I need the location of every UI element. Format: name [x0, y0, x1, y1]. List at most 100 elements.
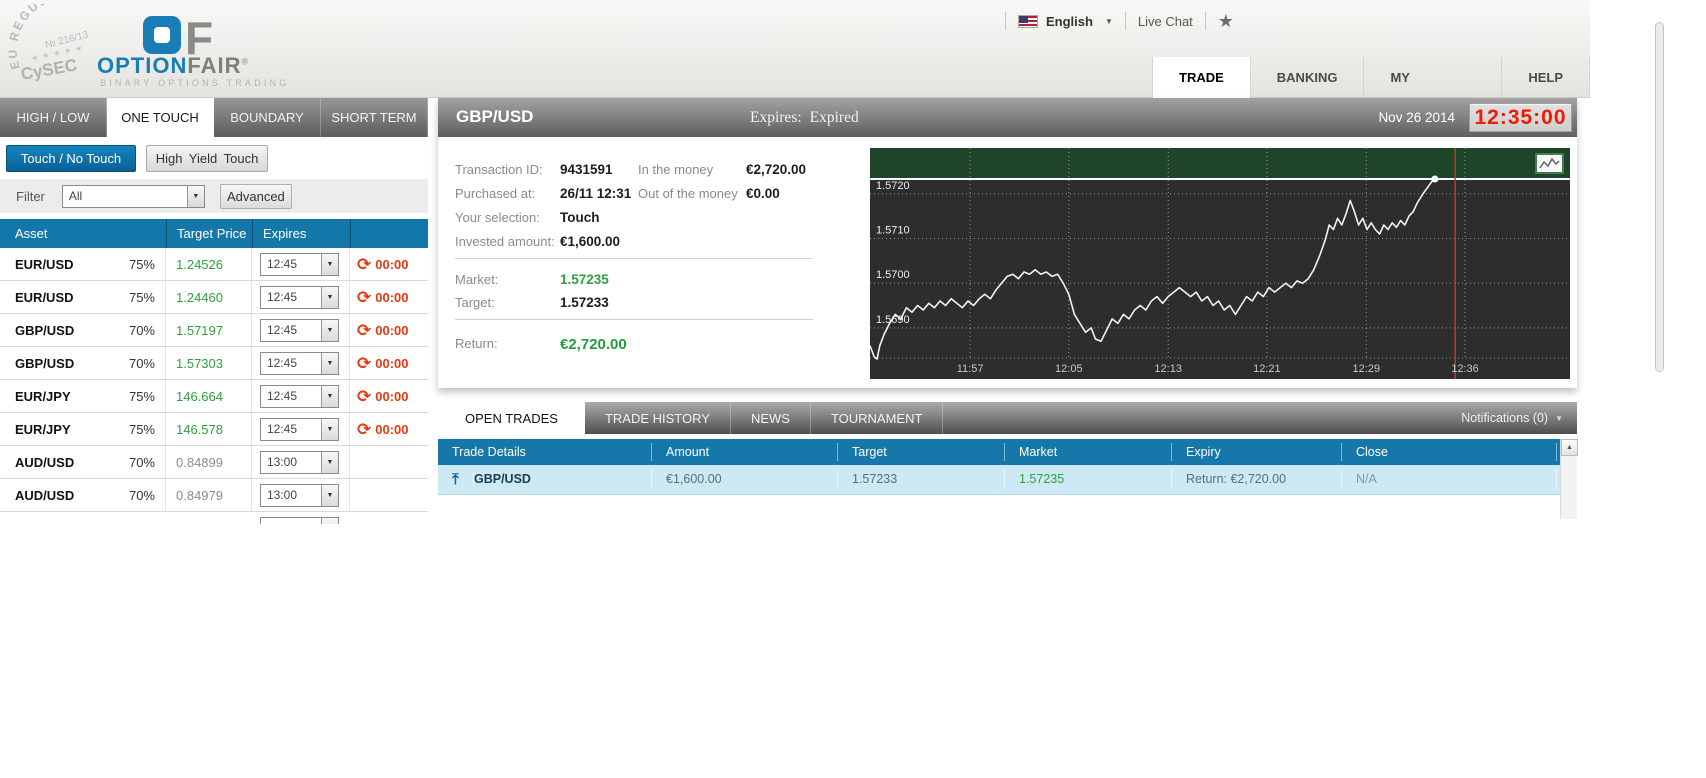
column-header-expiry: Expiry: [1172, 442, 1342, 462]
expiry-cell: 13:00 ▼: [252, 479, 350, 511]
filter-select[interactable]: All ▼: [61, 184, 205, 208]
tab-high-low[interactable]: HIGH / LOW: [0, 98, 107, 137]
scroll-up-icon[interactable]: ▲: [1561, 439, 1578, 456]
countdown-cell: ⟳ 00:00: [350, 388, 428, 405]
tab-trade-history[interactable]: TRADE HISTORY: [585, 402, 731, 434]
expiry-select[interactable]: 12:45 ▼: [260, 318, 339, 342]
select-caret-icon[interactable]: ▼: [321, 385, 338, 407]
asset-row[interactable]: AUD/USD 70% 0.84979 13:00 ▼: [0, 479, 428, 512]
select-caret-icon[interactable]: ▼: [321, 418, 338, 440]
favorites-star-icon[interactable]: ★: [1218, 12, 1234, 30]
expiry-select[interactable]: 12:45 ▼: [260, 285, 339, 309]
trades-scrollbar[interactable]: ▲: [1560, 439, 1578, 519]
expiry-cell: 12:45 ▼: [252, 248, 350, 280]
expiry-cell: 12:45 ▼: [252, 314, 350, 346]
expiry-select[interactable]: 12:45 ▼: [260, 252, 339, 276]
select-caret-icon[interactable]: ▼: [321, 319, 338, 341]
expiry-select[interactable]: 13:00 ▼: [260, 483, 339, 507]
nav-tab-my-account[interactable]: MY ACCOUNT: [1363, 57, 1501, 126]
tab-news[interactable]: NEWS: [731, 402, 811, 434]
select-value: 13:00: [267, 487, 298, 502]
asset-name: EUR/JPY: [15, 388, 71, 404]
touch-no-touch-button[interactable]: Touch / No Touch: [6, 145, 136, 172]
select-caret-icon[interactable]: ▼: [321, 451, 338, 473]
page-scrollbar[interactable]: [1655, 22, 1664, 372]
select-caret-icon[interactable]: ▼: [321, 352, 338, 374]
select-caret-icon[interactable]: ▼: [321, 484, 338, 506]
notifications-dropdown[interactable]: Notifications (0) ▼: [1461, 402, 1577, 434]
current-date: Nov 26 2014: [1378, 110, 1455, 125]
select-caret-icon[interactable]: ▼: [321, 286, 338, 308]
asset-row[interactable]: EUR/JPY 75% 146.664 12:45 ▼ ⟳ 00:00: [0, 380, 428, 413]
chart-type-button[interactable]: [1535, 153, 1564, 174]
asset-row[interactable]: EUR/JPY 75% 146.578 12:45 ▼ ⟳ 00:00: [0, 413, 428, 446]
expiry-select[interactable]: 12:45 ▼: [260, 417, 339, 441]
trade-market-cell: 1.57235: [1005, 469, 1172, 490]
column-header-asset: Asset: [15, 226, 48, 241]
y-axis-label: 1.5710: [876, 224, 910, 236]
y-axis-label: 1.5720: [876, 180, 910, 192]
asset-name: GBP/USD: [15, 322, 75, 338]
target-price: 1.57197: [166, 314, 252, 346]
payout-percent: 75%: [108, 248, 166, 280]
asset-table-body: EUR/USD 75% 1.24526 12:45 ▼ ⟳ 00:00 EUR/USD 75% 1…: [0, 248, 428, 524]
tab-boundary[interactable]: BOUNDARY: [214, 98, 321, 137]
asset-row[interactable]: GBP/USD 70% 1.57197 12:45 ▼ ⟳ 00:00: [0, 314, 428, 347]
trading-platform-screen: EU REGULATED № 216/13 ★★★★★ CySEC F OPTI…: [0, 0, 1706, 778]
select-caret-icon[interactable]: ▼: [321, 517, 338, 524]
live-chat-link[interactable]: Live Chat: [1138, 14, 1193, 29]
column-header-trade-details: Trade Details: [438, 442, 652, 462]
select-value: 12:45: [267, 421, 298, 436]
column-header-timer: [350, 219, 428, 248]
countdown-cell: ⟳ 00:00: [350, 355, 428, 372]
countdown-clock-icon: ⟳: [357, 386, 372, 406]
asset-name: EUR/JPY: [15, 421, 71, 437]
select-caret-icon[interactable]: ▼: [186, 185, 204, 207]
tab-open-trades[interactable]: OPEN TRADES: [438, 402, 585, 434]
nav-tab-banking[interactable]: BANKING: [1249, 57, 1364, 98]
utility-bar: English ▼ Live Chat ★: [1005, 9, 1234, 33]
chevron-down-icon[interactable]: ▼: [1105, 17, 1113, 26]
language-selector[interactable]: English: [1046, 14, 1093, 29]
target-price: 1.24460: [166, 281, 252, 313]
asset-row[interactable]: EUR/USD 75% 1.24460 12:45 ▼ ⟳ 00:00: [0, 281, 428, 314]
advanced-filter-button[interactable]: Advanced: [219, 183, 292, 209]
tab-tournament[interactable]: TOURNAMENT: [811, 402, 944, 434]
nav-tab-help[interactable]: HELP: [1501, 57, 1590, 98]
expiry-select[interactable]: 12:45 ▼: [260, 351, 339, 375]
countdown-clock-icon: ⟳: [357, 254, 372, 274]
divider: [455, 319, 813, 320]
trades-table-header: Trade Details Amount Target Market Expiry Clo…: [438, 439, 1577, 465]
y-axis-label: 1.5700: [876, 269, 910, 281]
asset-row[interactable]: AUD/USD 70% 0.84899 13:00 ▼: [0, 446, 428, 479]
countdown-value: 00:00: [375, 388, 409, 404]
open-trade-row[interactable]: ⤒ GBP/USD €1,600.00 1.57233 1.57235 Return: €…: [438, 465, 1577, 495]
chevron-down-icon: ▼: [1555, 413, 1563, 423]
tab-short-term[interactable]: SHORT TERM: [321, 98, 428, 137]
divider: [455, 258, 813, 259]
tab-one-touch[interactable]: ONE TOUCH: [107, 98, 214, 137]
asset-row[interactable]: GBP/USD 70% 1.57303 12:45 ▼ ⟳ 00:00: [0, 347, 428, 380]
trades-panel: OPEN TRADES TRADE HISTORY NEWS TOURNAMENT No…: [438, 402, 1578, 519]
detail-market: Market: 1.57235: [455, 272, 609, 287]
nav-tab-trade[interactable]: TRADE: [1152, 57, 1250, 98]
expiry-select[interactable]: 12:45 ▼: [260, 384, 339, 408]
countdown-cell: ⟳ 00:00: [350, 322, 428, 339]
target-price: 146.664: [166, 380, 252, 412]
high-yield-touch-button[interactable]: High Yield Touch: [146, 145, 268, 172]
price-chart: 1.5720 1.5710 1.5700 1.5690 11:57 12:05 12:13 1…: [869, 148, 1570, 379]
filter-select-value: All: [68, 188, 83, 203]
asset-row[interactable]: EUR/USD 75% 1.24526 12:45 ▼ ⟳ 00:00: [0, 248, 428, 281]
trade-target-cell: 1.57233: [838, 469, 1005, 490]
target-price: 146.578: [166, 413, 252, 445]
asset-row: ▼: [0, 512, 428, 524]
expiry-select[interactable]: ▼: [260, 516, 339, 524]
brand-tagline: BINARY OPTIONS TRADING: [100, 78, 290, 88]
expiry-select[interactable]: 13:00 ▼: [260, 450, 339, 474]
main-nav: TRADEBANKINGMY ACCOUNTHELP: [1152, 57, 1590, 126]
countdown-clock-icon: ⟳: [357, 419, 372, 439]
select-value: 12:45: [267, 388, 298, 403]
divider: [1204, 12, 1206, 30]
countdown-clock-icon: ⟳: [357, 353, 372, 373]
select-caret-icon[interactable]: ▼: [321, 253, 338, 275]
